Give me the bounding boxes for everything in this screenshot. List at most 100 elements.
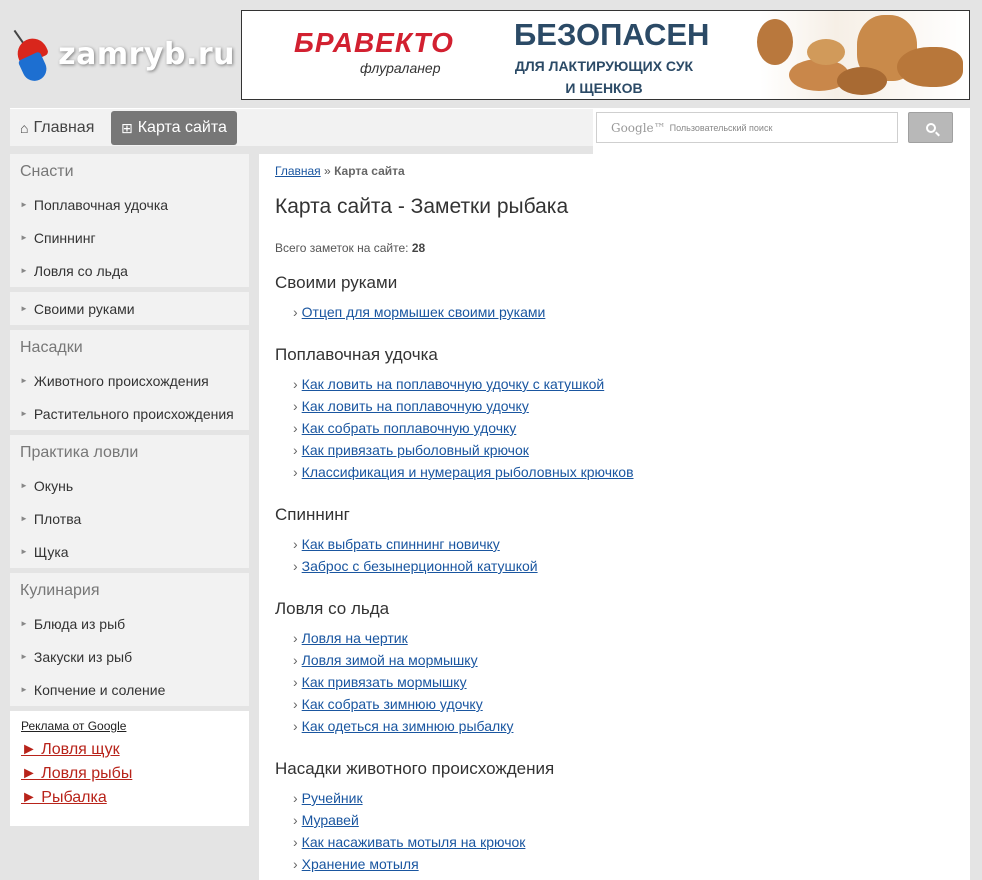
ad-link[interactable]: ► Ловля рыбы — [21, 762, 238, 786]
list-item: › Муравей — [293, 809, 954, 831]
nav-sitemap[interactable]: ⊞ Карта сайта — [111, 111, 237, 145]
sitemap-icon: ⊞ — [121, 119, 133, 136]
list-item: › Как насаживать мотыля на крючок — [293, 831, 954, 853]
list-item: › Как ловить на поплавочную удочку — [293, 395, 954, 417]
article-link[interactable]: Ручейник — [302, 790, 363, 806]
sidebar-item-label: Своими руками — [33, 300, 135, 317]
search-button[interactable] — [908, 112, 953, 143]
article-link[interactable]: Как собрать зимнюю удочку — [302, 696, 483, 712]
sidebar-item-diy[interactable]: ► Своими руками — [10, 292, 249, 325]
arrow-right-icon: ► — [20, 685, 28, 694]
home-icon: ⌂ — [20, 120, 29, 136]
sitemap-sections: Своими руками › Отцеп для мормышек своими … — [275, 273, 954, 880]
article-link[interactable]: Ловля на чертик — [302, 630, 408, 646]
sidebar-item-roach[interactable]: ► Плотва — [10, 502, 249, 535]
sidebar-item-fish-snacks[interactable]: ► Закуски из рыб — [10, 640, 249, 673]
sidebar-title: Практика ловли — [20, 444, 139, 461]
sidebar-item-label: Копчение и соление — [33, 681, 166, 698]
google-ads-block: Реклама от Google ► Ловля щук ► Ловля ры… — [10, 711, 249, 826]
sidebar-item-pike[interactable]: ► Щука — [10, 535, 249, 568]
search-box: Google™ Пользовательский поиск — [593, 108, 970, 154]
nav-home-label: Главная — [33, 119, 95, 136]
nav-home[interactable]: ⌂ Главная — [10, 111, 104, 145]
list-item: › Ловля на чертик — [293, 627, 954, 649]
article-link[interactable]: Как одеться на зимнюю рыбалку — [302, 718, 514, 734]
article-link[interactable]: Как привязать рыболовный крючок — [302, 442, 529, 458]
list-item: › Как привязать мормышку — [293, 671, 954, 693]
sidebar-item-label: Блюда из рыб — [33, 615, 126, 632]
chevron-right-icon: › — [293, 856, 298, 872]
main-content: Главная » Карта сайта Карта сайта - Заме… — [259, 154, 970, 880]
sidebar-item-smoking-salting[interactable]: ► Копчение и соление — [10, 673, 249, 706]
article-link[interactable]: Как ловить на поплавочную удочку — [302, 398, 529, 414]
ad-link[interactable]: ► Ловля щук — [21, 738, 238, 762]
sidebar-block-baits: Насадки ► Животного происхождения ► Растит… — [10, 330, 249, 430]
section-title: Ловля со льда — [275, 599, 390, 618]
banner-brand: БРАВЕКТО — [294, 27, 454, 58]
section-title: Поплавочная удочка — [275, 345, 438, 364]
arrow-right-icon: ► — [20, 409, 28, 418]
article-link[interactable]: Как собрать поплавочную удочку — [302, 420, 517, 436]
sidebar-item-float-rod[interactable]: ► Поплавочная удочка — [10, 188, 249, 221]
list-item: › Как выбрать спиннинг новичку — [293, 533, 954, 555]
sidebar-item-fish-dishes[interactable]: ► Блюда из рыб — [10, 607, 249, 640]
site-logo[interactable]: zamryb.ru — [10, 22, 235, 87]
sidebar-item-label: Спиннинг — [33, 229, 96, 246]
list-item: › Заброс с безынерционной катушкой — [293, 555, 954, 577]
sidebar-item-plant-baits[interactable]: ► Растительного происхождения — [10, 397, 249, 430]
sidebar-item-label: Плотва — [33, 510, 82, 527]
sidebar-item-spinning[interactable]: ► Спиннинг — [10, 221, 249, 254]
article-link[interactable]: Заброс с безынерционной катушкой — [302, 558, 538, 574]
section-link-list: › Ручейник › Муравей › Как насаживать мотыля … — [275, 787, 954, 875]
fishing-float-icon — [10, 25, 52, 85]
arrow-right-icon: ► — [20, 481, 28, 490]
list-item: › Ловля зимой на мормышку — [293, 649, 954, 671]
ads-title[interactable]: Реклама от Google — [21, 719, 238, 733]
chevron-right-icon: › — [293, 812, 298, 828]
sidebar-item-animal-baits[interactable]: ► Животного происхождения — [10, 364, 249, 397]
article-link[interactable]: Как привязать мормышку — [302, 674, 467, 690]
list-item: › Ручейник — [293, 787, 954, 809]
article-link[interactable]: Муравей — [302, 812, 359, 828]
chevron-right-icon: › — [293, 630, 298, 646]
arrow-right-icon: ► — [20, 547, 28, 556]
list-item: › Отцеп для мормышек своими руками — [293, 301, 954, 323]
chevron-right-icon: › — [293, 376, 298, 392]
arrow-right-icon: ► — [20, 652, 28, 661]
chevron-right-icon: › — [293, 696, 298, 712]
banner-subline-2: И ЩЕНКОВ — [565, 80, 643, 96]
nav-sitemap-label: Карта сайта — [137, 119, 227, 136]
article-link[interactable]: Хранение мотыля — [302, 856, 419, 872]
article-link[interactable]: Как насаживать мотыля на крючок — [302, 834, 526, 850]
sidebar-item-perch[interactable]: ► Окунь — [10, 469, 249, 502]
chevron-right-icon: › — [293, 834, 298, 850]
arrow-right-icon: ► — [20, 376, 28, 385]
chevron-right-icon: › — [293, 398, 298, 414]
chevron-right-icon: › — [293, 652, 298, 668]
section-link-list: › Ловля на чертик › Ловля зимой на мормышку… — [275, 627, 954, 737]
ad-link[interactable]: ► Рыбалка — [21, 786, 238, 810]
banner-headline: БЕЗОПАСЕН — [514, 17, 710, 52]
breadcrumb-home-link[interactable]: Главная — [275, 164, 321, 178]
notes-total-value: 28 — [411, 241, 426, 255]
list-item: › Как одеться на зимнюю рыбалку — [293, 715, 954, 737]
list-item: › Как привязать рыболовный крючок — [293, 439, 954, 461]
search-input[interactable]: Google™ Пользовательский поиск — [596, 112, 898, 143]
section-link-list: › Отцеп для мормышек своими руками — [275, 301, 954, 323]
sidebar-item-label: Растительного происхождения — [33, 405, 234, 422]
article-link[interactable]: Классификация и нумерация рыболовных крю… — [302, 464, 634, 480]
section-title: Насадки животного происхождения — [275, 759, 555, 778]
chevron-right-icon: › — [293, 536, 298, 552]
article-link[interactable]: Ловля зимой на мормышку — [302, 652, 478, 668]
breadcrumb-separator: » — [324, 164, 331, 178]
sidebar-item-label: Щука — [33, 543, 69, 560]
search-placeholder: Пользовательский поиск — [669, 122, 773, 133]
sidebar-item-ice-fishing[interactable]: ► Ловля со льда — [10, 254, 249, 287]
ad-banner[interactable]: БРАВЕКТО флураланер БЕЗОПАСЕН ДЛЯ ЛАКТИР… — [241, 10, 970, 100]
article-link[interactable]: Как выбрать спиннинг новичку — [302, 536, 500, 552]
banner-subline: ДЛЯ ЛАКТИРУЮЩИХ СУК И ЩЕНКОВ — [504, 55, 704, 99]
sidebar-title: Насадки — [20, 339, 83, 356]
sidebar-block-practice: Практика ловли ► Окунь ► Плотва ► Щука — [10, 435, 249, 568]
article-link[interactable]: Отцеп для мормышек своими руками — [302, 304, 546, 320]
article-link[interactable]: Как ловить на поплавочную удочку с катуш… — [302, 376, 605, 392]
